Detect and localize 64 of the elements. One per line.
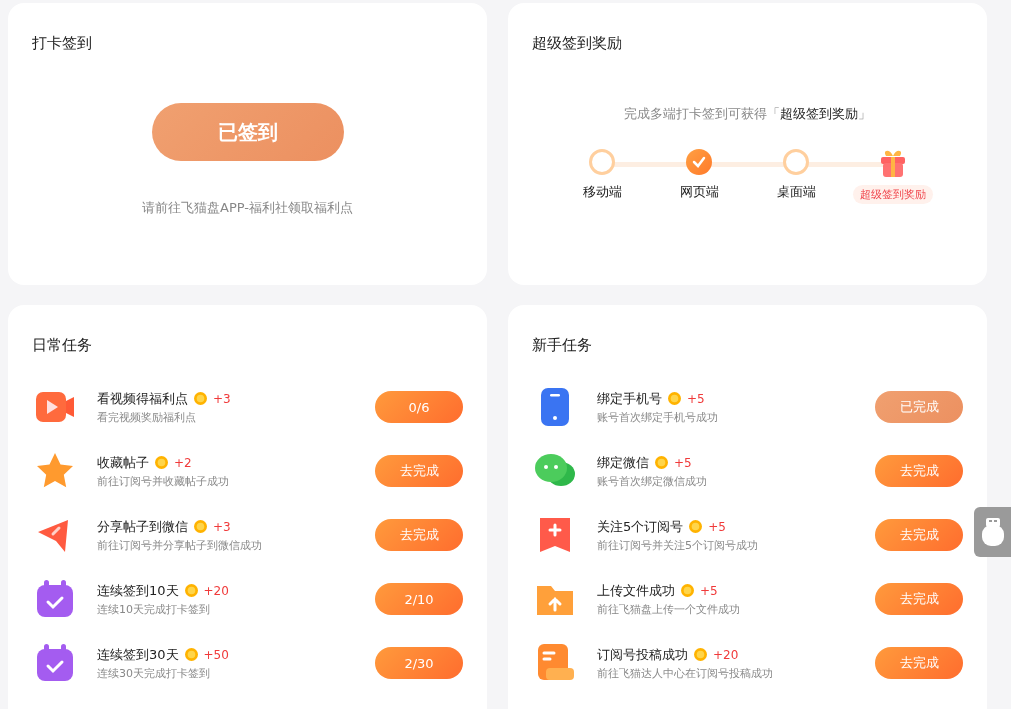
- task-button[interactable]: 去完成: [875, 583, 963, 615]
- check-icon: [692, 156, 706, 168]
- task-description: 账号首次绑定微信成功: [597, 473, 708, 489]
- calendar-check-icon: [34, 642, 76, 684]
- coin-icon: [184, 584, 198, 597]
- reward-subtitle: 完成多端打卡签到可获得「超级签到奖励」: [623, 105, 872, 123]
- card-title: 新手任务: [532, 335, 593, 355]
- coin-icon: [694, 648, 707, 661]
- points-reward: +5: [674, 455, 692, 470]
- task-button[interactable]: 0/6: [375, 391, 463, 423]
- task-title: 绑定微信: [597, 453, 649, 472]
- points-reward: +3: [213, 519, 231, 534]
- points-reward: +5: [700, 583, 718, 598]
- task-button[interactable]: 去完成: [875, 647, 963, 679]
- coin-icon: [655, 456, 668, 469]
- step-label: 网页端: [679, 183, 719, 201]
- coin-icon: [668, 392, 681, 405]
- task-button[interactable]: 去完成: [375, 455, 463, 487]
- task-title: 订阅号投稿成功: [597, 645, 688, 664]
- task-title: 上传文件成功: [597, 581, 675, 600]
- points-reward: +5: [687, 391, 705, 406]
- task-button[interactable]: 去完成: [875, 519, 963, 551]
- task-description: 前往飞猫盘上传一个文件成功: [597, 601, 741, 617]
- card-title: 超级签到奖励: [532, 33, 623, 53]
- task-description: 账号首次绑定手机号成功: [597, 409, 719, 425]
- points-reward: +3: [213, 391, 231, 406]
- task-button[interactable]: 2/30: [375, 647, 463, 679]
- task-title: 绑定手机号: [597, 389, 662, 408]
- calendar-check-icon: [34, 578, 76, 620]
- task-description: 前往飞猫达人中心在订阅号投稿成功: [597, 665, 774, 681]
- task-description: 前往订阅号并分享帖子到微信成功: [97, 537, 263, 553]
- task-title: 连续签到30天: [97, 645, 179, 664]
- points-reward: +50: [203, 647, 229, 662]
- card-title: 打卡签到: [32, 33, 93, 53]
- task-description: 连续30天完成打卡签到: [97, 665, 211, 681]
- step-label: 桌面端: [776, 183, 816, 201]
- task-title: 分享帖子到微信: [97, 517, 188, 536]
- task-button[interactable]: 去完成: [375, 519, 463, 551]
- task-description: 看完视频奖励福利点: [97, 409, 197, 425]
- task-description: 前往订阅号并收藏帖子成功: [97, 473, 230, 489]
- task-title: 关注5个订阅号: [597, 517, 684, 536]
- step-label: 移动端: [582, 183, 622, 201]
- task-description: 连续10天完成打卡签到: [97, 601, 211, 617]
- coin-icon: [194, 520, 207, 533]
- usb-drive-icon: [980, 517, 1005, 547]
- points-reward: +2: [174, 455, 192, 470]
- task-button[interactable]: 2/10: [375, 583, 463, 615]
- points-reward: +20: [203, 583, 229, 598]
- points-reward: +20: [713, 647, 739, 662]
- coin-icon: [689, 520, 703, 533]
- coin-icon: [184, 648, 198, 661]
- points-reward: +5: [708, 519, 726, 534]
- card-title: 日常任务: [32, 335, 93, 355]
- task-button[interactable]: 去完成: [875, 455, 963, 487]
- reward-label: 超级签到奖励: [853, 185, 933, 204]
- task-title: 连续签到10天: [97, 581, 179, 600]
- side-float-button[interactable]: [974, 507, 1011, 557]
- coin-icon: [194, 392, 207, 405]
- task-description: 前往订阅号并关注5个订阅号成功: [597, 537, 759, 553]
- checkin-hint: 请前往飞猫盘APP-福利社领取福利点: [142, 199, 353, 217]
- coin-icon: [681, 584, 694, 597]
- coin-icon: [155, 456, 168, 469]
- task-title: 收藏帖子: [97, 453, 149, 472]
- task-title: 看视频得福利点: [97, 389, 188, 408]
